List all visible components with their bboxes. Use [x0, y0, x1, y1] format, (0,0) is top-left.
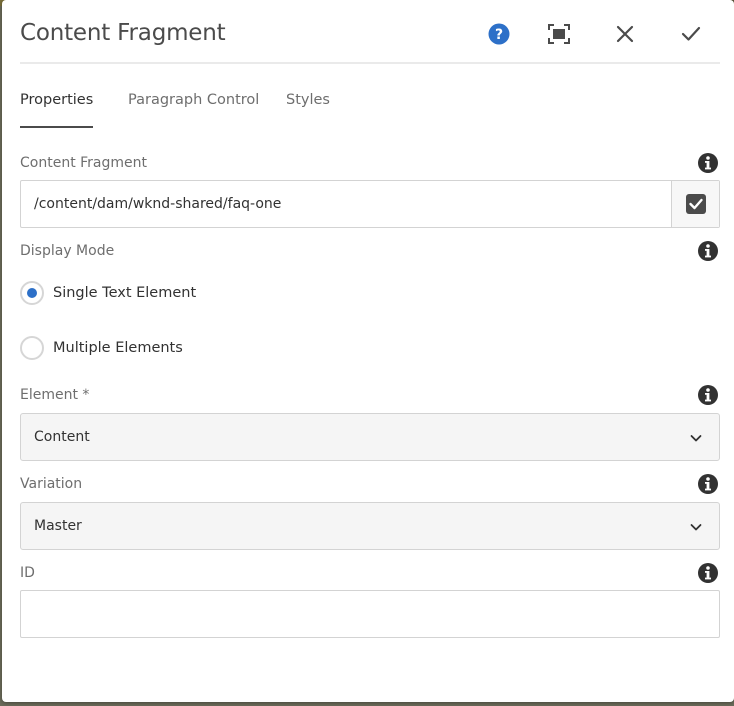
select-checkbox-icon: [685, 194, 706, 214]
info-icon[interactable]: [697, 473, 719, 495]
radio-single-text-element[interactable]: Single Text Element: [20, 281, 196, 305]
dialog-header: Content Fragment ?: [20, 0, 720, 64]
variation-selected-value: Master: [34, 518, 82, 534]
done-button[interactable]: [675, 18, 707, 50]
tab-properties[interactable]: Properties: [20, 92, 94, 128]
fullscreen-icon: [548, 24, 570, 44]
tab-paragraph-control[interactable]: Paragraph Control: [128, 92, 259, 128]
dialog-title: Content Fragment: [20, 20, 226, 46]
info-icon[interactable]: [697, 152, 719, 174]
info-icon[interactable]: [697, 562, 719, 584]
radio-button[interactable]: [20, 336, 44, 360]
element-selected-value: Content: [34, 429, 90, 445]
close-button[interactable]: [609, 18, 641, 50]
element-select[interactable]: Content: [20, 413, 720, 461]
help-icon: ?: [488, 23, 510, 45]
radio-label: Single Text Element: [53, 285, 197, 301]
content-fragment-path-value: /content/dam/wknd-shared/faq-one: [34, 196, 282, 212]
checkmark-icon: [681, 26, 701, 41]
info-icon[interactable]: [697, 384, 719, 406]
chevron-down-icon: [690, 435, 702, 442]
info-icon[interactable]: [697, 240, 719, 262]
id-label: ID: [20, 565, 35, 581]
close-icon: [616, 25, 634, 43]
dialog-tabs: Properties Paragraph Control Styles: [20, 92, 720, 128]
fullscreen-button[interactable]: [543, 18, 575, 50]
element-label: Element *: [20, 387, 90, 403]
radio-button[interactable]: [20, 281, 44, 305]
tab-styles[interactable]: Styles: [286, 92, 330, 128]
path-picker-button[interactable]: [671, 181, 719, 227]
content-fragment-path-field[interactable]: /content/dam/wknd-shared/faq-one: [20, 180, 720, 228]
content-fragment-dialog: Content Fragment ? Properties Paragraph …: [2, 0, 734, 702]
display-mode-label: Display Mode: [20, 243, 115, 259]
id-input[interactable]: [20, 590, 720, 638]
variation-select[interactable]: Master: [20, 502, 720, 550]
svg-text:?: ?: [495, 27, 503, 43]
radio-label: Multiple Elements: [53, 340, 183, 356]
chevron-down-icon: [690, 524, 702, 531]
help-button[interactable]: ?: [483, 18, 515, 50]
content-fragment-label: Content Fragment: [20, 155, 147, 171]
variation-label: Variation: [20, 476, 83, 492]
radio-multiple-elements[interactable]: Multiple Elements: [20, 336, 183, 360]
